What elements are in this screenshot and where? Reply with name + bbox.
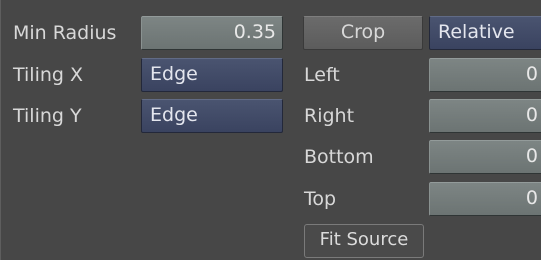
tiling-x-dropdown[interactable]: Edge	[141, 58, 283, 92]
crop-button[interactable]: Crop	[303, 16, 423, 50]
crop-bottom-field[interactable]: 0	[429, 140, 541, 174]
tiling-y-label: Tiling Y	[13, 105, 82, 127]
crop-right-label: Right	[304, 105, 355, 127]
settings-panel: Min Radius 0.35 Tiling X Edge Tiling Y E…	[0, 0, 541, 260]
crop-bottom-label: Bottom	[304, 146, 374, 168]
min-radius-field[interactable]: 0.35	[141, 16, 283, 50]
crop-mode-dropdown[interactable]: Relative	[429, 16, 541, 50]
crop-left-field[interactable]: 0	[429, 58, 541, 92]
crop-top-field[interactable]: 0	[429, 182, 541, 216]
crop-left-label: Left	[304, 64, 340, 86]
crop-top-label: Top	[304, 188, 337, 210]
crop-right-field[interactable]: 0	[429, 99, 541, 133]
min-radius-label: Min Radius	[13, 22, 117, 44]
tiling-y-dropdown[interactable]: Edge	[141, 99, 283, 133]
tiling-x-label: Tiling X	[13, 64, 84, 86]
fit-source-button[interactable]: Fit Source	[304, 224, 424, 258]
